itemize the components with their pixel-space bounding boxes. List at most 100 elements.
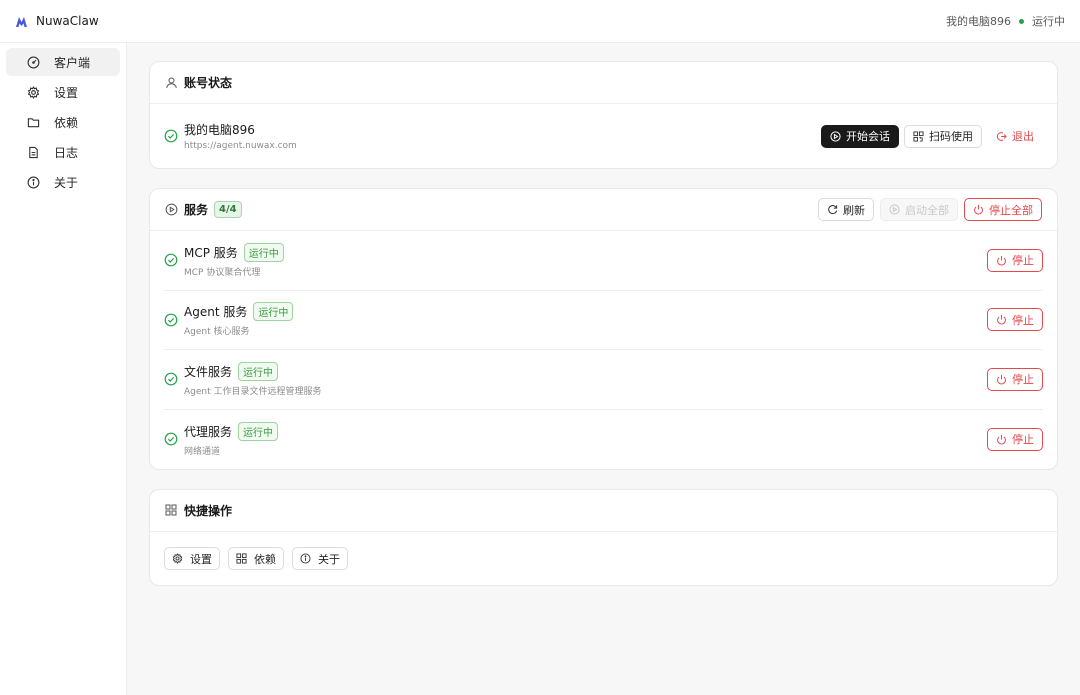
info-icon [300, 553, 311, 564]
qr-code-icon [913, 130, 924, 142]
refresh-label: 刷新 [843, 204, 865, 217]
device-name: 我的电脑896 [946, 15, 1011, 28]
stop-service-button[interactable]: 停止 [987, 427, 1043, 451]
file-text-icon [26, 145, 40, 159]
service-list: MCP 服务 运行中 MCP 协议聚合代理 停止 Agent 服务 运行中 Ag… [150, 231, 1057, 469]
services-card: 服务 4/4 刷新 启动全部 停止全部 MCP 服务 运行中 MCP 协议聚合代… [149, 188, 1058, 470]
check-circle-icon [164, 432, 178, 446]
play-circle-icon [165, 203, 178, 216]
status-text: 运行中 [1032, 15, 1065, 28]
service-name: 文件服务 [184, 364, 233, 379]
card-title: 账号状态 [184, 76, 233, 90]
service-count-badge: 4/4 [214, 201, 242, 218]
folder-icon [26, 115, 40, 129]
quick-about-button[interactable]: 关于 [292, 547, 348, 570]
sidebar-item-label: 依赖 [54, 115, 79, 130]
service-description: Agent 工作目录文件远程管理服务 [184, 386, 322, 397]
stop-service-button[interactable]: 停止 [987, 248, 1043, 272]
power-icon [996, 314, 1007, 325]
dashboard-icon [26, 55, 40, 69]
sidebar-item-label: 设置 [54, 85, 79, 100]
quick-dependencies-label: 依赖 [254, 553, 276, 566]
logout-button[interactable]: 退出 [987, 125, 1043, 148]
card-title: 快捷操作 [184, 504, 233, 518]
check-circle-icon [164, 313, 178, 327]
service-description: 网络通道 [184, 446, 221, 457]
sidebar: 客户端 设置 依赖 日志 关于 [0, 43, 127, 695]
check-circle-icon [164, 129, 178, 143]
start-session-label: 开始会话 [846, 131, 890, 143]
service-name: MCP 服务 [184, 245, 238, 260]
start-all-label: 启动全部 [905, 204, 949, 217]
brand: NuwaClaw [15, 14, 99, 28]
status-badge: 运行中 [243, 242, 284, 262]
account-row: 我的电脑896 https://agent.nuwax.com 开始会话 扫码使… [150, 104, 1057, 168]
user-icon [165, 76, 178, 89]
refresh-button[interactable]: 刷新 [818, 198, 874, 221]
check-circle-icon [164, 253, 178, 267]
sidebar-item-label: 客户端 [54, 55, 91, 70]
card-title: 服务 [184, 203, 209, 217]
nuwaclaw-logo-icon [15, 15, 28, 28]
grid-icon [236, 553, 247, 564]
quick-settings-label: 设置 [190, 553, 212, 566]
stop-service-button[interactable]: 停止 [987, 308, 1043, 332]
stop-label: 停止 [1012, 314, 1034, 327]
top-bar: NuwaClaw 我的电脑896 运行中 [0, 0, 1080, 43]
sidebar-item-about[interactable]: 关于 [6, 168, 120, 196]
stop-label: 停止 [1012, 374, 1034, 387]
sidebar-item-client[interactable]: 客户端 [6, 48, 120, 76]
logout-icon [996, 131, 1007, 142]
stop-all-label: 停止全部 [989, 204, 1033, 217]
power-icon [973, 204, 984, 215]
status-badge: 运行中 [238, 361, 279, 381]
service-row-proxy: 代理服务 运行中 网络通道 停止 [164, 410, 1043, 470]
sidebar-item-logs[interactable]: 日志 [6, 138, 120, 166]
quick-actions-card: 快捷操作 设置 依赖 关于 [149, 489, 1058, 586]
gear-icon [26, 85, 40, 99]
sidebar-item-dependencies[interactable]: 依赖 [6, 108, 120, 136]
stop-service-button[interactable]: 停止 [987, 367, 1043, 391]
scan-qr-button[interactable]: 扫码使用 [904, 124, 982, 148]
service-name: 代理服务 [184, 424, 233, 439]
service-row-mcp: MCP 服务 运行中 MCP 协议聚合代理 停止 [164, 231, 1043, 291]
account-device-name: 我的电脑896 [184, 123, 255, 137]
gear-icon [172, 553, 183, 564]
stop-label: 停止 [1012, 434, 1034, 447]
start-session-button[interactable]: 开始会话 [821, 124, 899, 148]
sidebar-item-label: 关于 [54, 175, 79, 190]
quick-dependencies-button[interactable]: 依赖 [228, 547, 284, 570]
power-icon [996, 434, 1007, 445]
sidebar-item-settings[interactable]: 设置 [6, 78, 120, 106]
check-circle-icon [164, 372, 178, 386]
play-circle-icon [889, 204, 900, 215]
service-description: Agent 核心服务 [184, 327, 250, 338]
sidebar-item-label: 日志 [54, 145, 79, 160]
status-badge: 运行中 [238, 421, 279, 441]
logout-label: 退出 [1012, 131, 1034, 143]
account-url: https://agent.nuwax.com [184, 141, 297, 151]
service-row-agent: Agent 服务 运行中 Agent 核心服务 停止 [164, 291, 1043, 350]
scan-qr-label: 扫码使用 [929, 131, 973, 143]
card-header: 账号状态 [150, 62, 1057, 104]
play-circle-icon [830, 130, 841, 142]
service-row-file: 文件服务 运行中 Agent 工作目录文件远程管理服务 停止 [164, 350, 1043, 410]
status-badge: 运行中 [253, 302, 294, 322]
info-icon [26, 175, 40, 189]
refresh-icon [827, 204, 838, 215]
quick-settings-button[interactable]: 设置 [164, 547, 220, 570]
stop-label: 停止 [1012, 255, 1034, 268]
start-all-button[interactable]: 启动全部 [880, 198, 958, 221]
power-icon [996, 255, 1007, 266]
stop-all-button[interactable]: 停止全部 [964, 198, 1042, 221]
app-name: NuwaClaw [36, 14, 99, 28]
card-header: 服务 4/4 刷新 启动全部 停止全部 [150, 189, 1057, 231]
quick-about-label: 关于 [318, 553, 340, 566]
account-status-card: 账号状态 我的电脑896 https://agent.nuwax.com 开始会… [149, 61, 1058, 169]
device-status: 我的电脑896 运行中 [946, 13, 1065, 29]
grid-icon [165, 504, 178, 517]
quick-actions: 设置 依赖 关于 [150, 532, 1057, 585]
status-dot-icon [1019, 18, 1024, 24]
main-content: 账号状态 我的电脑896 https://agent.nuwax.com 开始会… [127, 43, 1080, 695]
card-header: 快捷操作 [150, 490, 1057, 532]
